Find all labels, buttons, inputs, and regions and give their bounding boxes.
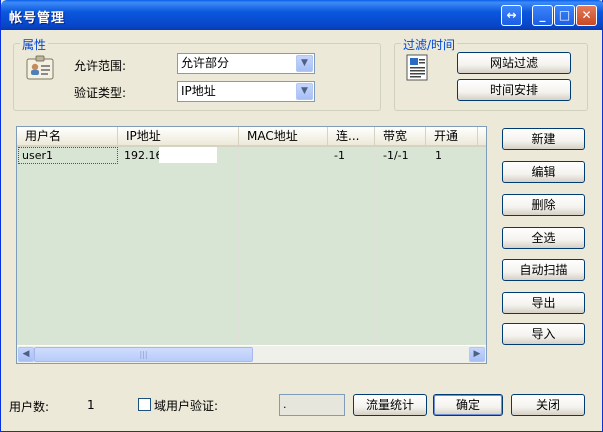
auth-type-select[interactable]: IP地址 ▼: [177, 81, 315, 102]
column-fill: [478, 147, 486, 345]
domain-auth-field[interactable]: .: [279, 394, 345, 416]
close-button[interactable]: 关闭: [511, 394, 585, 416]
schedule-button[interactable]: 时间安排: [457, 79, 571, 101]
maximize-button[interactable]: □: [554, 5, 575, 26]
id-card-icon: [25, 54, 55, 84]
cell-mac: [242, 148, 328, 163]
column-fill: [239, 147, 328, 345]
ip-redaction: [159, 147, 217, 163]
auth-type-label: 验证类型:: [74, 86, 127, 100]
cell-username: user1: [18, 147, 118, 164]
title-bar[interactable]: 帐号管理 ↔ _ □ ✕: [1, 0, 603, 30]
column-header-mac[interactable]: MAC地址: [239, 127, 328, 146]
window-title: 帐号管理: [9, 11, 66, 26]
import-button[interactable]: 导入: [502, 323, 585, 345]
user-count-value: 1: [87, 398, 95, 412]
user-count-label: 用户数:: [9, 400, 50, 414]
scope-label: 允许范围:: [74, 59, 127, 73]
scrollbar-thumb[interactable]: |||: [34, 347, 253, 362]
domain-auth-checkbox[interactable]: [138, 398, 151, 411]
horizontal-scrollbar[interactable]: ◀ ||| ▶: [17, 346, 486, 363]
chevron-down-icon[interactable]: ▼: [296, 83, 313, 100]
account-management-window: 帐号管理 ↔ _ □ ✕ 属性 允许范围: 允许部分 ▼ 验证类型: IP地址 …: [0, 0, 603, 432]
cell-enabled: 1: [435, 149, 442, 162]
user-table-header: 用户名 IP地址 MAC地址 连... 带宽 开通: [17, 127, 486, 147]
edit-button[interactable]: 编辑: [502, 161, 585, 183]
delete-button[interactable]: 删除: [502, 194, 585, 216]
column-fill: [118, 147, 239, 345]
cell-connections: -1: [334, 149, 345, 162]
column-fill: [17, 147, 118, 345]
column-header-enabled[interactable]: 开通: [426, 127, 478, 146]
attributes-group-label: 属性: [20, 36, 49, 53]
user-table-body: user1 192.16 -1 -1/-1 1: [17, 147, 486, 345]
web-filter-button[interactable]: 网站过滤: [457, 52, 571, 74]
new-button[interactable]: 新建: [502, 128, 585, 150]
scope-select-value: 允许部分: [181, 56, 230, 70]
cell-bandwidth: -1/-1: [383, 149, 409, 162]
scroll-left-icon[interactable]: ◀: [18, 347, 34, 362]
column-header-username[interactable]: 用户名: [17, 127, 118, 146]
scroll-right-icon[interactable]: ▶: [469, 347, 485, 362]
column-header-bandwidth[interactable]: 带宽: [375, 127, 426, 146]
select-all-button[interactable]: 全选: [502, 227, 585, 249]
minimize-button[interactable]: _: [532, 5, 553, 26]
export-button[interactable]: 导出: [502, 292, 585, 314]
scope-select[interactable]: 允许部分 ▼: [177, 53, 315, 74]
table-row[interactable]: user1 192.16 -1 -1/-1 1: [17, 147, 486, 164]
ok-button[interactable]: 确定: [433, 394, 503, 416]
column-header-ip[interactable]: IP地址: [118, 127, 239, 146]
domain-auth-label: 域用户验证:: [154, 399, 219, 413]
traffic-stats-button[interactable]: 流量统计: [353, 394, 427, 416]
column-fill: [375, 147, 426, 345]
user-table[interactable]: user1 192.16 -1 -1/-1 1 用户名 IP地址 MAC地址 连…: [16, 126, 487, 364]
column-header-connections[interactable]: 连...: [328, 127, 375, 146]
auth-type-select-value: IP地址: [181, 84, 216, 98]
document-icon: [404, 53, 430, 83]
filter-time-group-label: 过滤/时间: [401, 36, 458, 53]
chevron-down-icon[interactable]: ▼: [296, 55, 313, 72]
column-fill: [426, 147, 478, 345]
close-window-button[interactable]: ✕: [576, 5, 597, 26]
auto-scan-button[interactable]: 自动扫描: [502, 259, 585, 281]
column-fill: [328, 147, 375, 345]
switch-icon[interactable]: ↔: [501, 5, 522, 26]
